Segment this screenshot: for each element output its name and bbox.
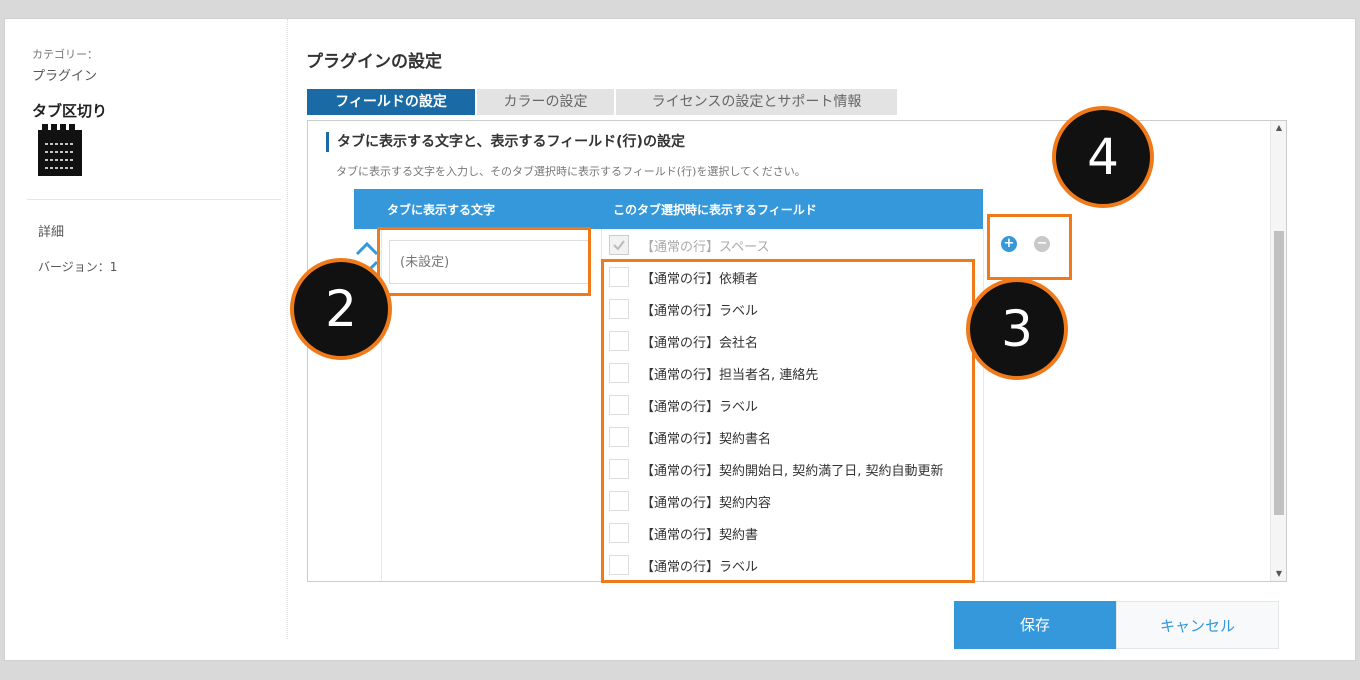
sidebar-divider	[27, 199, 281, 200]
category-value: プラグイン	[32, 69, 98, 84]
category-label: カテゴリー：	[32, 48, 98, 61]
table-header: タブに表示する文字 このタブ選択時に表示するフィールド	[354, 189, 983, 229]
detail-link[interactable]: 詳細	[38, 221, 64, 240]
section-title: タブに表示する文字と、表示するフィールド(行)の設定	[326, 132, 685, 152]
field-row[interactable]: 【通常の行】スペース	[609, 229, 769, 261]
annotation-badge-3: 3	[966, 278, 1068, 380]
page-title: プラグインの設定	[306, 52, 442, 72]
scrollbar-thumb[interactable]	[1274, 231, 1284, 515]
tab-color-settings[interactable]: カラーの設定	[477, 89, 614, 115]
scroll-down-icon[interactable]: ▼	[1271, 567, 1286, 581]
move-up-icon[interactable]	[355, 239, 379, 257]
column-header-tab-text: タブに表示する文字	[387, 203, 496, 217]
checkmark-icon	[613, 240, 625, 251]
settings-tabs: フィールドの設定 カラーの設定 ライセンスの設定とサポート情報	[307, 89, 899, 115]
tab-field-settings[interactable]: フィールドの設定	[307, 89, 475, 115]
plugin-name: タブ区切り	[32, 102, 108, 120]
highlight-box-fields	[601, 259, 975, 583]
cancel-button[interactable]: キャンセル	[1116, 601, 1279, 649]
field-label: 【通常の行】スペース	[641, 239, 770, 255]
column-divider	[983, 229, 984, 581]
scroll-up-icon[interactable]: ▲	[1271, 121, 1286, 135]
section-description: タブに表示する文字を入力し、そのタブ選択時に表示するフィールド(行)を選択してく…	[336, 165, 806, 178]
vertical-scrollbar[interactable]: ▲ ▼	[1270, 121, 1286, 581]
tab-license-support[interactable]: ライセンスの設定とサポート情報	[616, 89, 897, 115]
column-header-fields: このタブ選択時に表示するフィールド	[613, 203, 817, 217]
save-button[interactable]: 保存	[954, 601, 1116, 649]
version-label: バージョン：1	[38, 260, 118, 274]
sidebar: カテゴリー： プラグイン タブ区切り 詳細 バージョン：1	[5, 19, 288, 639]
plugin-tab-icon	[36, 122, 84, 178]
field-checkbox	[609, 235, 629, 255]
highlight-box-add-remove	[987, 214, 1072, 280]
annotation-badge-2: 2	[290, 258, 392, 360]
highlight-box-tab-text	[377, 227, 591, 296]
annotation-badge-4: 4	[1052, 106, 1154, 208]
